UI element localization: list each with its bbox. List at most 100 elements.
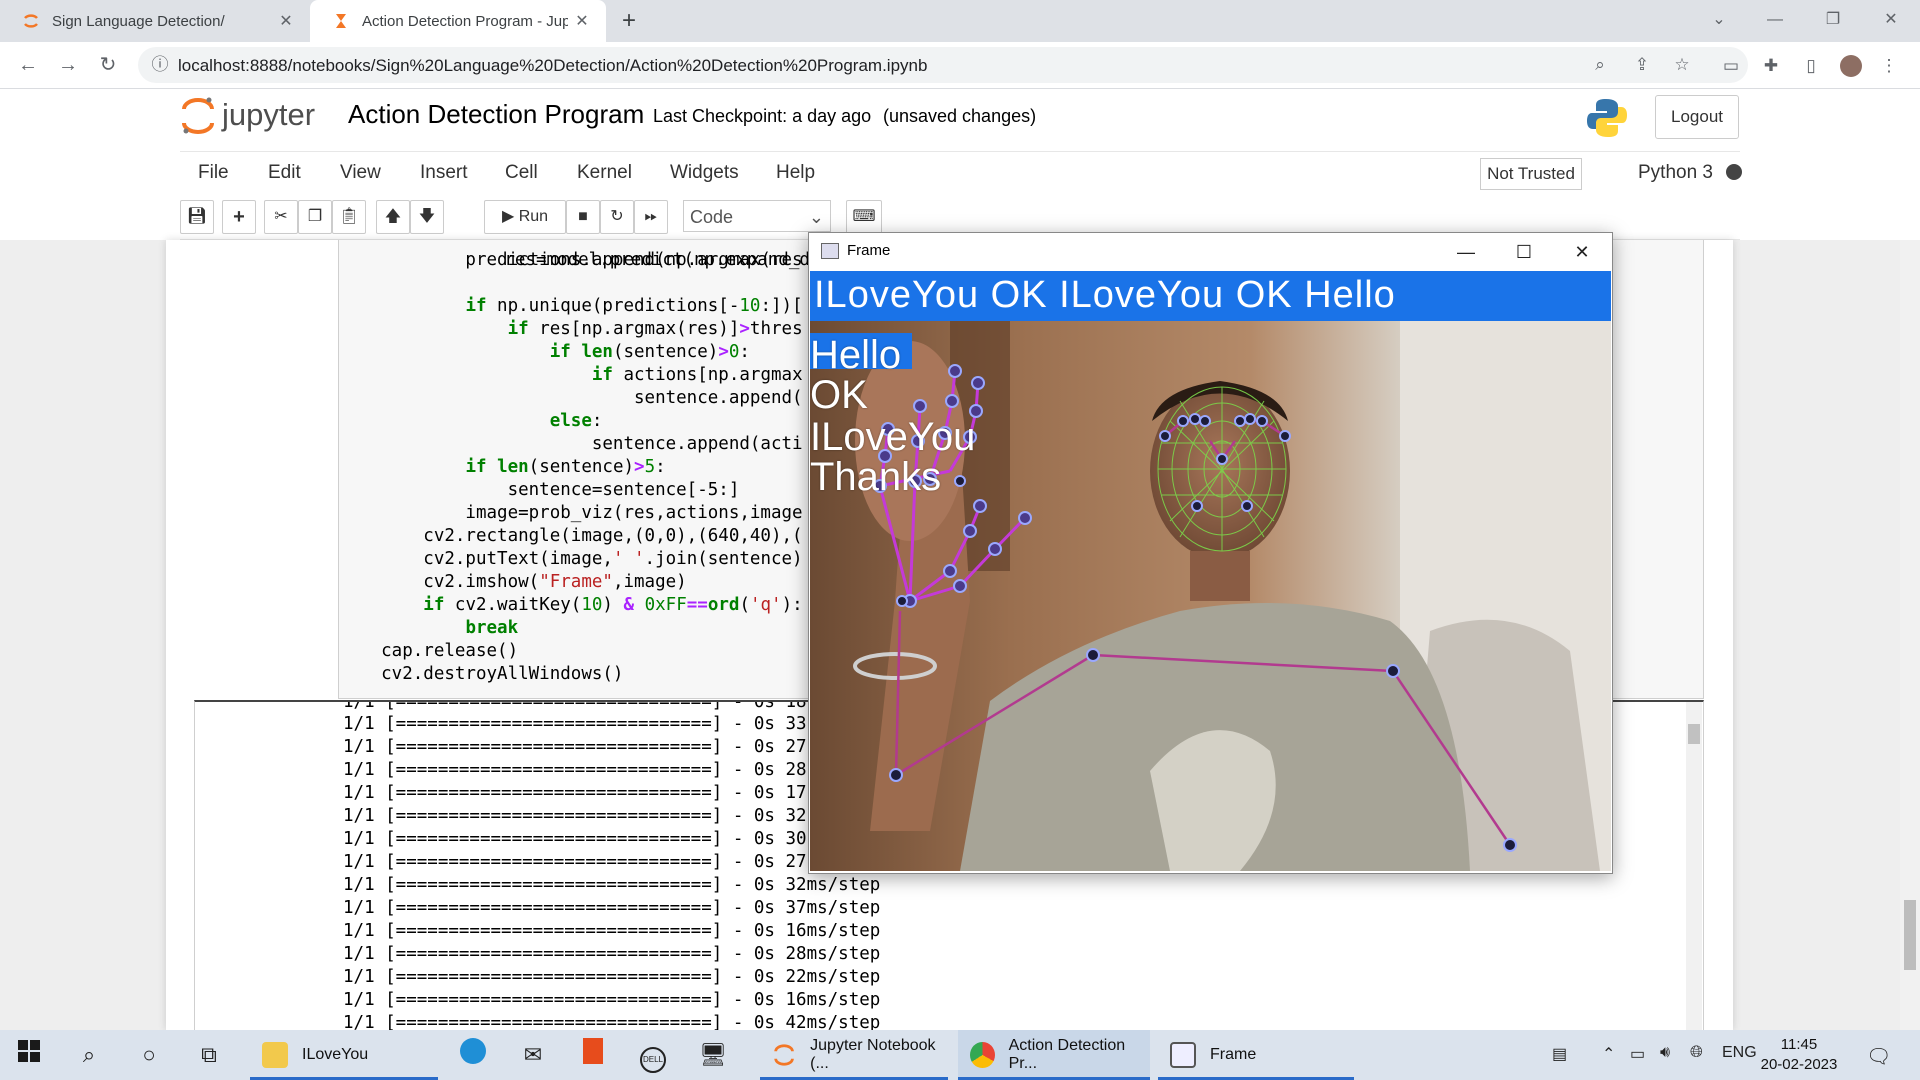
forward-icon[interactable]: → [54, 51, 82, 79]
close-tab-icon[interactable]: ✕ [272, 11, 300, 31]
frame-titlebar[interactable]: Frame — ☐ ✕ [809, 233, 1612, 271]
tab-action-detection-program[interactable]: Action Detection Program - Jupy ✕ [310, 0, 606, 42]
zoom-icon[interactable]: ⌕ [1588, 53, 1612, 77]
windows-start-icon[interactable] [12, 1038, 46, 1072]
tab-search-icon[interactable]: ⌄ [1690, 0, 1748, 42]
desktop-app-icon[interactable]: 🖥︎ [696, 1038, 730, 1072]
code-line: cv2.rectangle(image,(0,0),(640,40),( [339, 526, 803, 546]
taskbar-app-file-explorer[interactable]: ILoveYou [250, 1030, 438, 1080]
taskbar-app-label: Frame [1210, 1046, 1257, 1063]
bookmark-star-icon[interactable]: ☆ [1670, 53, 1694, 77]
share-icon[interactable]: ⇪ [1630, 53, 1654, 77]
news-widget-icon[interactable]: ▤ [1552, 1044, 1567, 1064]
output-scrollbar-thumb[interactable] [1688, 724, 1700, 744]
jupyter-favicon-icon [24, 14, 38, 28]
code-line: cv2.destroyAllWindows() [339, 664, 624, 684]
taskbar-app-label: Jupyter Notebook (... [810, 1037, 936, 1072]
puzzle-icon[interactable]: ✚ [1760, 55, 1782, 77]
new-tab-icon[interactable]: + [614, 6, 644, 36]
cell-type-value: Code [690, 207, 734, 227]
save-icon[interactable]: 💾︎ [180, 200, 214, 234]
minimize-icon[interactable]: — [1746, 0, 1804, 42]
frame-maximize-icon[interactable]: ☐ [1495, 233, 1553, 271]
predicted-sentence: ILoveYou OK ILoveYou OK Hello [814, 274, 1396, 316]
url-text[interactable]: localhost:8888/notebooks/Sign%20Language… [178, 56, 927, 76]
folder-icon [262, 1042, 288, 1068]
code-line: break [465, 618, 519, 638]
code-line: else: [549, 411, 603, 431]
clock-time: 11:45 [1780, 1036, 1818, 1053]
notebook-menubar: File Edit View Insert Cell Kernel Widget… [180, 151, 1742, 196]
webcam-frame: ILoveYou OK ILoveYou OK Hello Hello OK I… [810, 271, 1611, 871]
frame-minimize-icon[interactable]: — [1437, 233, 1495, 271]
profile-avatar[interactable] [1840, 55, 1862, 77]
checkpoint-status: Last Checkpoint: a day ago [653, 106, 872, 126]
menu-widgets[interactable]: Widgets [670, 162, 739, 184]
battery-icon[interactable]: ▭ [1630, 1044, 1645, 1064]
code-line: if actions[np.argmax [591, 365, 803, 385]
frame-close-icon[interactable]: ✕ [1553, 233, 1611, 271]
notebook-title[interactable]: Action Detection Program [348, 99, 644, 130]
code-line: if res[np.argmax(res)]>thres [507, 319, 803, 339]
chrome-icon [970, 1042, 995, 1068]
sentence-bar: ILoveYou OK ILoveYou OK Hello [810, 271, 1611, 321]
tab-sign-language-detection[interactable]: Sign Language Detection/ ✕ [0, 0, 310, 42]
copy-icon[interactable]: ❐ [298, 200, 332, 234]
show-hidden-icons[interactable]: ⌃ [1602, 1044, 1615, 1064]
taskbar-app-jupyter[interactable]: Jupyter Notebook (... [760, 1030, 948, 1080]
menu-insert[interactable]: Insert [420, 162, 468, 184]
network-globe-icon[interactable]: 🌐︎ [1690, 1044, 1703, 1062]
menu-kernel[interactable]: Kernel [577, 162, 632, 184]
output-line: 1/1 [==============================] - 0… [343, 967, 881, 987]
taskbar-app-chrome[interactable]: Action Detection Pr... [958, 1030, 1150, 1080]
more-menu-icon[interactable]: ⋮ [1878, 55, 1900, 77]
notifications-icon[interactable]: 🗨︎ [1866, 1044, 1891, 1069]
run-label: Run [518, 208, 549, 225]
dell-icon[interactable]: DELL [636, 1038, 670, 1073]
output-line: 1/1 [==============================] - 0… [343, 806, 807, 826]
address-bar[interactable]: ⓘ localhost:8888/notebooks/Sign%20Langua… [138, 47, 1748, 83]
page-scrollbar-thumb[interactable] [1904, 900, 1916, 970]
code-line: sentence.append( [339, 388, 803, 408]
task-view-icon[interactable]: ⧉ [192, 1038, 226, 1072]
prob-label-iloveyou: ILoveYou [810, 415, 976, 459]
cut-icon[interactable]: ✂ [264, 200, 298, 234]
menu-view[interactable]: View [340, 162, 381, 184]
side-panel-icon[interactable]: ▯ [1800, 55, 1822, 77]
code-line: cv2.putText(image,' '.join(sentence) [339, 549, 803, 569]
code-line: if np.unique(predictions[-10:])[ [465, 296, 803, 316]
menu-edit[interactable]: Edit [268, 162, 301, 184]
office-icon[interactable] [576, 1038, 610, 1072]
output-line: 1/1 [==============================] - 0… [343, 944, 881, 964]
mail-icon[interactable]: ✉ [516, 1038, 550, 1072]
language-indicator[interactable]: ENG [1722, 1044, 1757, 1062]
trusted-indicator[interactable]: Not Trusted [1480, 158, 1582, 190]
search-icon[interactable]: ⌕ [72, 1038, 106, 1072]
cortana-icon[interactable]: ○ [132, 1038, 166, 1072]
paste-icon[interactable]: 📋︎ [332, 200, 366, 234]
close-tab-icon[interactable]: ✕ [568, 11, 596, 31]
reload-icon[interactable]: ↻ [94, 51, 122, 79]
code-line: image=prob_viz(res,actions,image [339, 503, 803, 523]
close-window-icon[interactable]: ✕ [1862, 0, 1920, 42]
frame-window[interactable]: Frame — ☐ ✕ ILoveYou OK ILoveYou OK Hell… [808, 232, 1613, 874]
volume-icon[interactable]: 🔊︎ [1660, 1044, 1670, 1062]
clock[interactable]: 11:45 20-02-2023 [1754, 1035, 1844, 1075]
kernel-name[interactable]: Python 3 [1638, 162, 1713, 184]
menu-cell[interactable]: Cell [505, 162, 538, 184]
extension-icon[interactable]: ▭ [1720, 55, 1742, 77]
restore-icon[interactable]: ❐ [1804, 0, 1862, 42]
jupyter-icon [774, 1044, 794, 1066]
jupyter-logo[interactable]: jupyter [180, 95, 330, 135]
logout-button[interactable]: Logout [1655, 95, 1739, 139]
taskbar-app-frame[interactable]: Frame [1158, 1030, 1354, 1080]
menu-file[interactable]: File [198, 162, 229, 184]
edge-icon[interactable] [456, 1038, 490, 1072]
code-line: sentence.append(acti [339, 434, 803, 454]
back-icon[interactable]: ← [14, 51, 42, 79]
insert-cell-icon[interactable]: + [222, 200, 256, 234]
info-icon[interactable]: ⓘ [148, 53, 172, 77]
output-scrollbar[interactable] [1686, 702, 1702, 1030]
tab-title: Sign Language Detection/ [52, 12, 225, 30]
menu-help[interactable]: Help [776, 162, 815, 184]
